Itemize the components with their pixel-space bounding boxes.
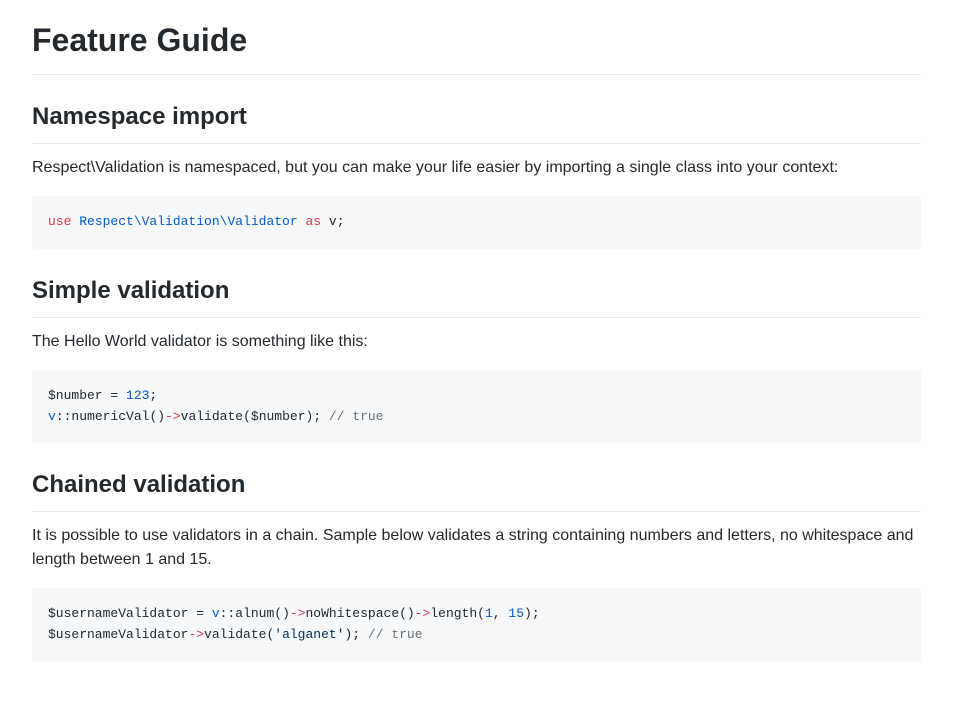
- code-number: 123: [126, 388, 149, 403]
- heading-chained-validation: Chained validation: [32, 467, 921, 512]
- code-paren: (): [274, 606, 290, 621]
- code-fn: validate: [181, 409, 243, 424]
- code-scope: ::: [56, 409, 72, 424]
- code-paren: (): [149, 409, 165, 424]
- code-punct: ;: [313, 409, 329, 424]
- code-comma: ,: [493, 606, 509, 621]
- code-variable: $usernameValidator: [48, 627, 188, 642]
- paragraph-chained-validation: It is possible to use validators in a ch…: [32, 524, 921, 572]
- code-number: 1: [485, 606, 493, 621]
- code-arrow: ->: [415, 606, 431, 621]
- code-namespace-import: use Respect\Validation\Validator as v;: [32, 196, 921, 249]
- code-paren: (): [399, 606, 415, 621]
- code-fn: length: [430, 606, 477, 621]
- code-variable: $number: [251, 409, 306, 424]
- paragraph-namespace-import: Respect\Validation is namespaced, but yo…: [32, 156, 921, 180]
- heading-namespace-import: Namespace import: [32, 99, 921, 144]
- code-punct: ;: [337, 214, 345, 229]
- code-variable: $usernameValidator: [48, 606, 188, 621]
- code-op: =: [103, 388, 126, 403]
- code-punct: ;: [532, 606, 540, 621]
- code-arrow: ->: [165, 409, 181, 424]
- code-chained-validation: $usernameValidator = v::alnum()->noWhite…: [32, 588, 921, 662]
- page-title: Feature Guide: [32, 16, 921, 75]
- code-fn: noWhitespace: [306, 606, 400, 621]
- code-paren: (: [243, 409, 251, 424]
- code-class: v: [48, 409, 56, 424]
- code-alias: v: [329, 214, 337, 229]
- code-class: v: [212, 606, 220, 621]
- code-comment: // true: [329, 409, 384, 424]
- code-fn: numericVal: [71, 409, 149, 424]
- code-comment: // true: [368, 627, 423, 642]
- code-op: =: [188, 606, 211, 621]
- code-fn: validate: [204, 627, 266, 642]
- code-class: Respect\Validation\Validator: [79, 214, 297, 229]
- code-string: 'alganet': [274, 627, 344, 642]
- code-simple-validation: $number = 123; v::numericVal()->validate…: [32, 370, 921, 444]
- code-keyword: as: [305, 214, 321, 229]
- code-scope: ::: [220, 606, 236, 621]
- code-variable: $number: [48, 388, 103, 403]
- code-number: 15: [508, 606, 524, 621]
- code-punct: ;: [149, 388, 157, 403]
- code-arrow: ->: [188, 627, 204, 642]
- code-keyword: use: [48, 214, 71, 229]
- heading-simple-validation: Simple validation: [32, 273, 921, 318]
- code-fn: alnum: [235, 606, 274, 621]
- code-punct: ;: [352, 627, 368, 642]
- code-paren: ): [524, 606, 532, 621]
- code-paren: (: [477, 606, 485, 621]
- paragraph-simple-validation: The Hello World validator is something l…: [32, 330, 921, 354]
- code-arrow: ->: [290, 606, 306, 621]
